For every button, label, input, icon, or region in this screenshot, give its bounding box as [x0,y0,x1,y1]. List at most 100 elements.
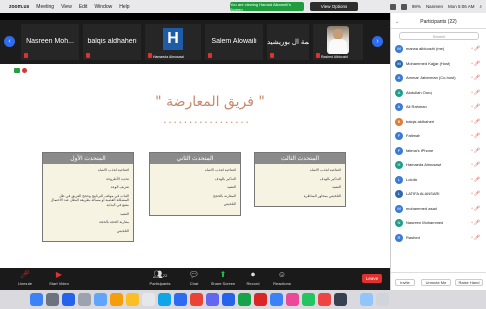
menu-clock[interactable]: Mon 5:06 AM [448,4,475,9]
participant-row[interactable]: R Rashed ▫ 🎤︎ [391,232,486,245]
bluetooth-icon[interactable] [400,3,407,10]
tile-name: balqis aldhaheri [87,38,137,45]
video-tile-2[interactable]: balqis aldhaheri [82,23,142,61]
messages-icon[interactable] [270,293,283,306]
search-input[interactable]: Search [399,32,479,40]
terminal-icon[interactable] [334,293,347,306]
menu-app-name[interactable]: zoom.us [9,4,29,10]
participant-row[interactable]: A Ali Rahman ▫ 🎤︎ [391,101,486,114]
tile-name: Salem Alowaili [211,38,257,45]
whatsapp-icon[interactable] [302,293,315,306]
menu-window[interactable]: Window [94,4,112,10]
mic-muted-icon [148,53,152,58]
unmute-button[interactable]: 🎤︎ Unmute [10,270,40,286]
music-icon[interactable] [286,293,299,306]
word-icon[interactable] [222,293,235,306]
video-tile-6[interactable]: Rashed Albloushi [312,23,364,61]
slide-title: " فريق المعارضة " [155,94,265,110]
participant-row[interactable]: A Abdullah Ouroj ▫ 🎤︎ [391,87,486,100]
box-item: المقارنة بالحجج [213,193,236,198]
video-tile-4[interactable]: Salem Alowaili [204,23,264,61]
unmute-me-button[interactable]: Unmute Me [421,279,451,286]
share-active-icon[interactable] [14,68,20,73]
menu-meeting[interactable]: Meeting [36,4,54,10]
box-item: مقارنة الحجة بالحجة [99,220,129,225]
zoom-icon[interactable] [174,293,187,306]
share-screen-button[interactable]: ⬆︎ Share Screen [208,270,238,286]
annotation-icon[interactable] [22,68,27,73]
participant-row[interactable]: A Ammar Jaberman (Co-host) ▫ 🎤︎ [391,72,486,85]
video-tile-5[interactable]: فاطمة ال بوريشيد [266,23,310,61]
keynote-icon[interactable] [206,293,219,306]
box-item: التذكير بالهدف [214,176,236,181]
stickies-icon[interactable] [126,293,139,306]
battery-level[interactable]: 98% [412,4,421,9]
invite-button[interactable]: Invite [395,279,415,286]
record-button[interactable]: ⏺︎ Record [240,270,266,286]
participant-row[interactable]: H Hamaeda Almusawi ▫ 🎤︎ [391,159,486,172]
participants-button[interactable]: 👥︎22 Participants [143,270,177,286]
screen-share-notice: You are viewing Hamad Alkameli's Screen [230,2,304,12]
folder-icon[interactable] [360,293,373,306]
participant-name: fatima's iPhone [406,147,434,153]
search-icon[interactable]: ⌕ [479,4,482,9]
finder-icon[interactable] [30,293,43,306]
participant-row[interactable]: L LATIFA ALANSARI ▫ 🎤︎ [391,188,486,201]
box-item: التفنيد [119,211,129,216]
participant-row[interactable]: N Nasreen Mohammed ▫ 🎤︎ [391,217,486,230]
app-store-icon[interactable] [158,293,171,306]
participant-row[interactable]: F Fatimah ▫ 🎤︎ [391,130,486,143]
chat-label: Chat [189,281,199,286]
avatar: F [395,146,403,155]
mac-dock [0,290,486,309]
video-tile-3[interactable]: H Hamaeda Almusawi [144,23,202,61]
video-tile-1[interactable]: Nasreen Moh... [20,23,80,61]
menu-edit[interactable]: Edit [79,4,88,10]
participant-row[interactable]: Bbalqis aldhaheri ▫ 🎤︎ [391,116,486,129]
participant-row[interactable]: L Lolofa ▫ 🎤︎ [391,174,486,187]
view-options-button[interactable]: View Options [310,2,358,11]
tile-name: فاطمة ال بوريشيد [267,39,309,46]
box-item: التلخيص بمحاور المناظرة [303,193,341,198]
trash-icon[interactable] [376,293,389,306]
box-item: تحديد الأطروحة [106,176,129,181]
raise-hand-button[interactable]: Raise Hand [455,279,483,286]
menu-help[interactable]: Help [119,4,129,10]
participant-name: Hamaeda Almusawi [406,162,442,167]
powerpoint-icon[interactable] [254,293,267,306]
participant-name: marwa alblooshi (me) [406,46,445,51]
participant-row[interactable]: M Mohammed Kajjar (Host) ▫ 🎤︎ [391,58,486,71]
chrome-icon[interactable] [190,293,203,306]
calendar-icon[interactable] [318,293,331,306]
unmute-label: Unmute [17,281,32,286]
decorative-dots: • • • • • • • • • • • • • • • • • [164,120,249,126]
notes-icon[interactable] [110,293,123,306]
participant-name: Rashed [406,234,420,240]
mic-muted-icon [86,53,90,58]
start-video-button[interactable]: ▶︎ Start Video [44,270,74,286]
excel-icon[interactable] [238,293,251,306]
reactions-button[interactable]: ☺︎ Reactions [268,270,296,286]
launchpad-icon[interactable] [46,293,59,306]
menu-view[interactable]: View [61,4,72,10]
safari-icon[interactable] [94,293,107,306]
user-name[interactable]: Nasreen [426,4,443,9]
participant-row[interactable]: Mmohammed asad ▫ 🎤︎ [391,203,486,216]
pages-icon[interactable] [142,293,155,306]
status-area: 98% Nasreen Mon 5:06 AM ⌕ [389,0,482,13]
mac-menu-bar: zoom.us Meeting View Edit Window Help Yo… [0,0,486,13]
collapse-icon[interactable]: ⌄ [395,15,399,29]
mic-muted-icon: 🎤︎ [473,162,480,168]
avatar: H [395,161,403,169]
photos-icon[interactable] [62,293,75,306]
participant-row[interactable]: Ffatima's iPhone ▫ 🎤︎ [391,145,486,158]
participant-row[interactable]: Mmarwa alblooshi (me) ▫ 🎤︎ [391,43,486,56]
participant-name: Ammar Jaberman (Co-host) [406,75,456,80]
previous-page-icon[interactable]: ‹ [4,36,15,47]
chat-button[interactable]: 💬︎ Chat [181,270,207,286]
wifi-icon[interactable] [389,3,396,10]
share-toolbar [14,68,27,73]
system-preferences-icon[interactable] [78,293,91,306]
leave-button[interactable]: Leave [362,274,382,283]
next-page-icon[interactable]: › [372,36,383,47]
